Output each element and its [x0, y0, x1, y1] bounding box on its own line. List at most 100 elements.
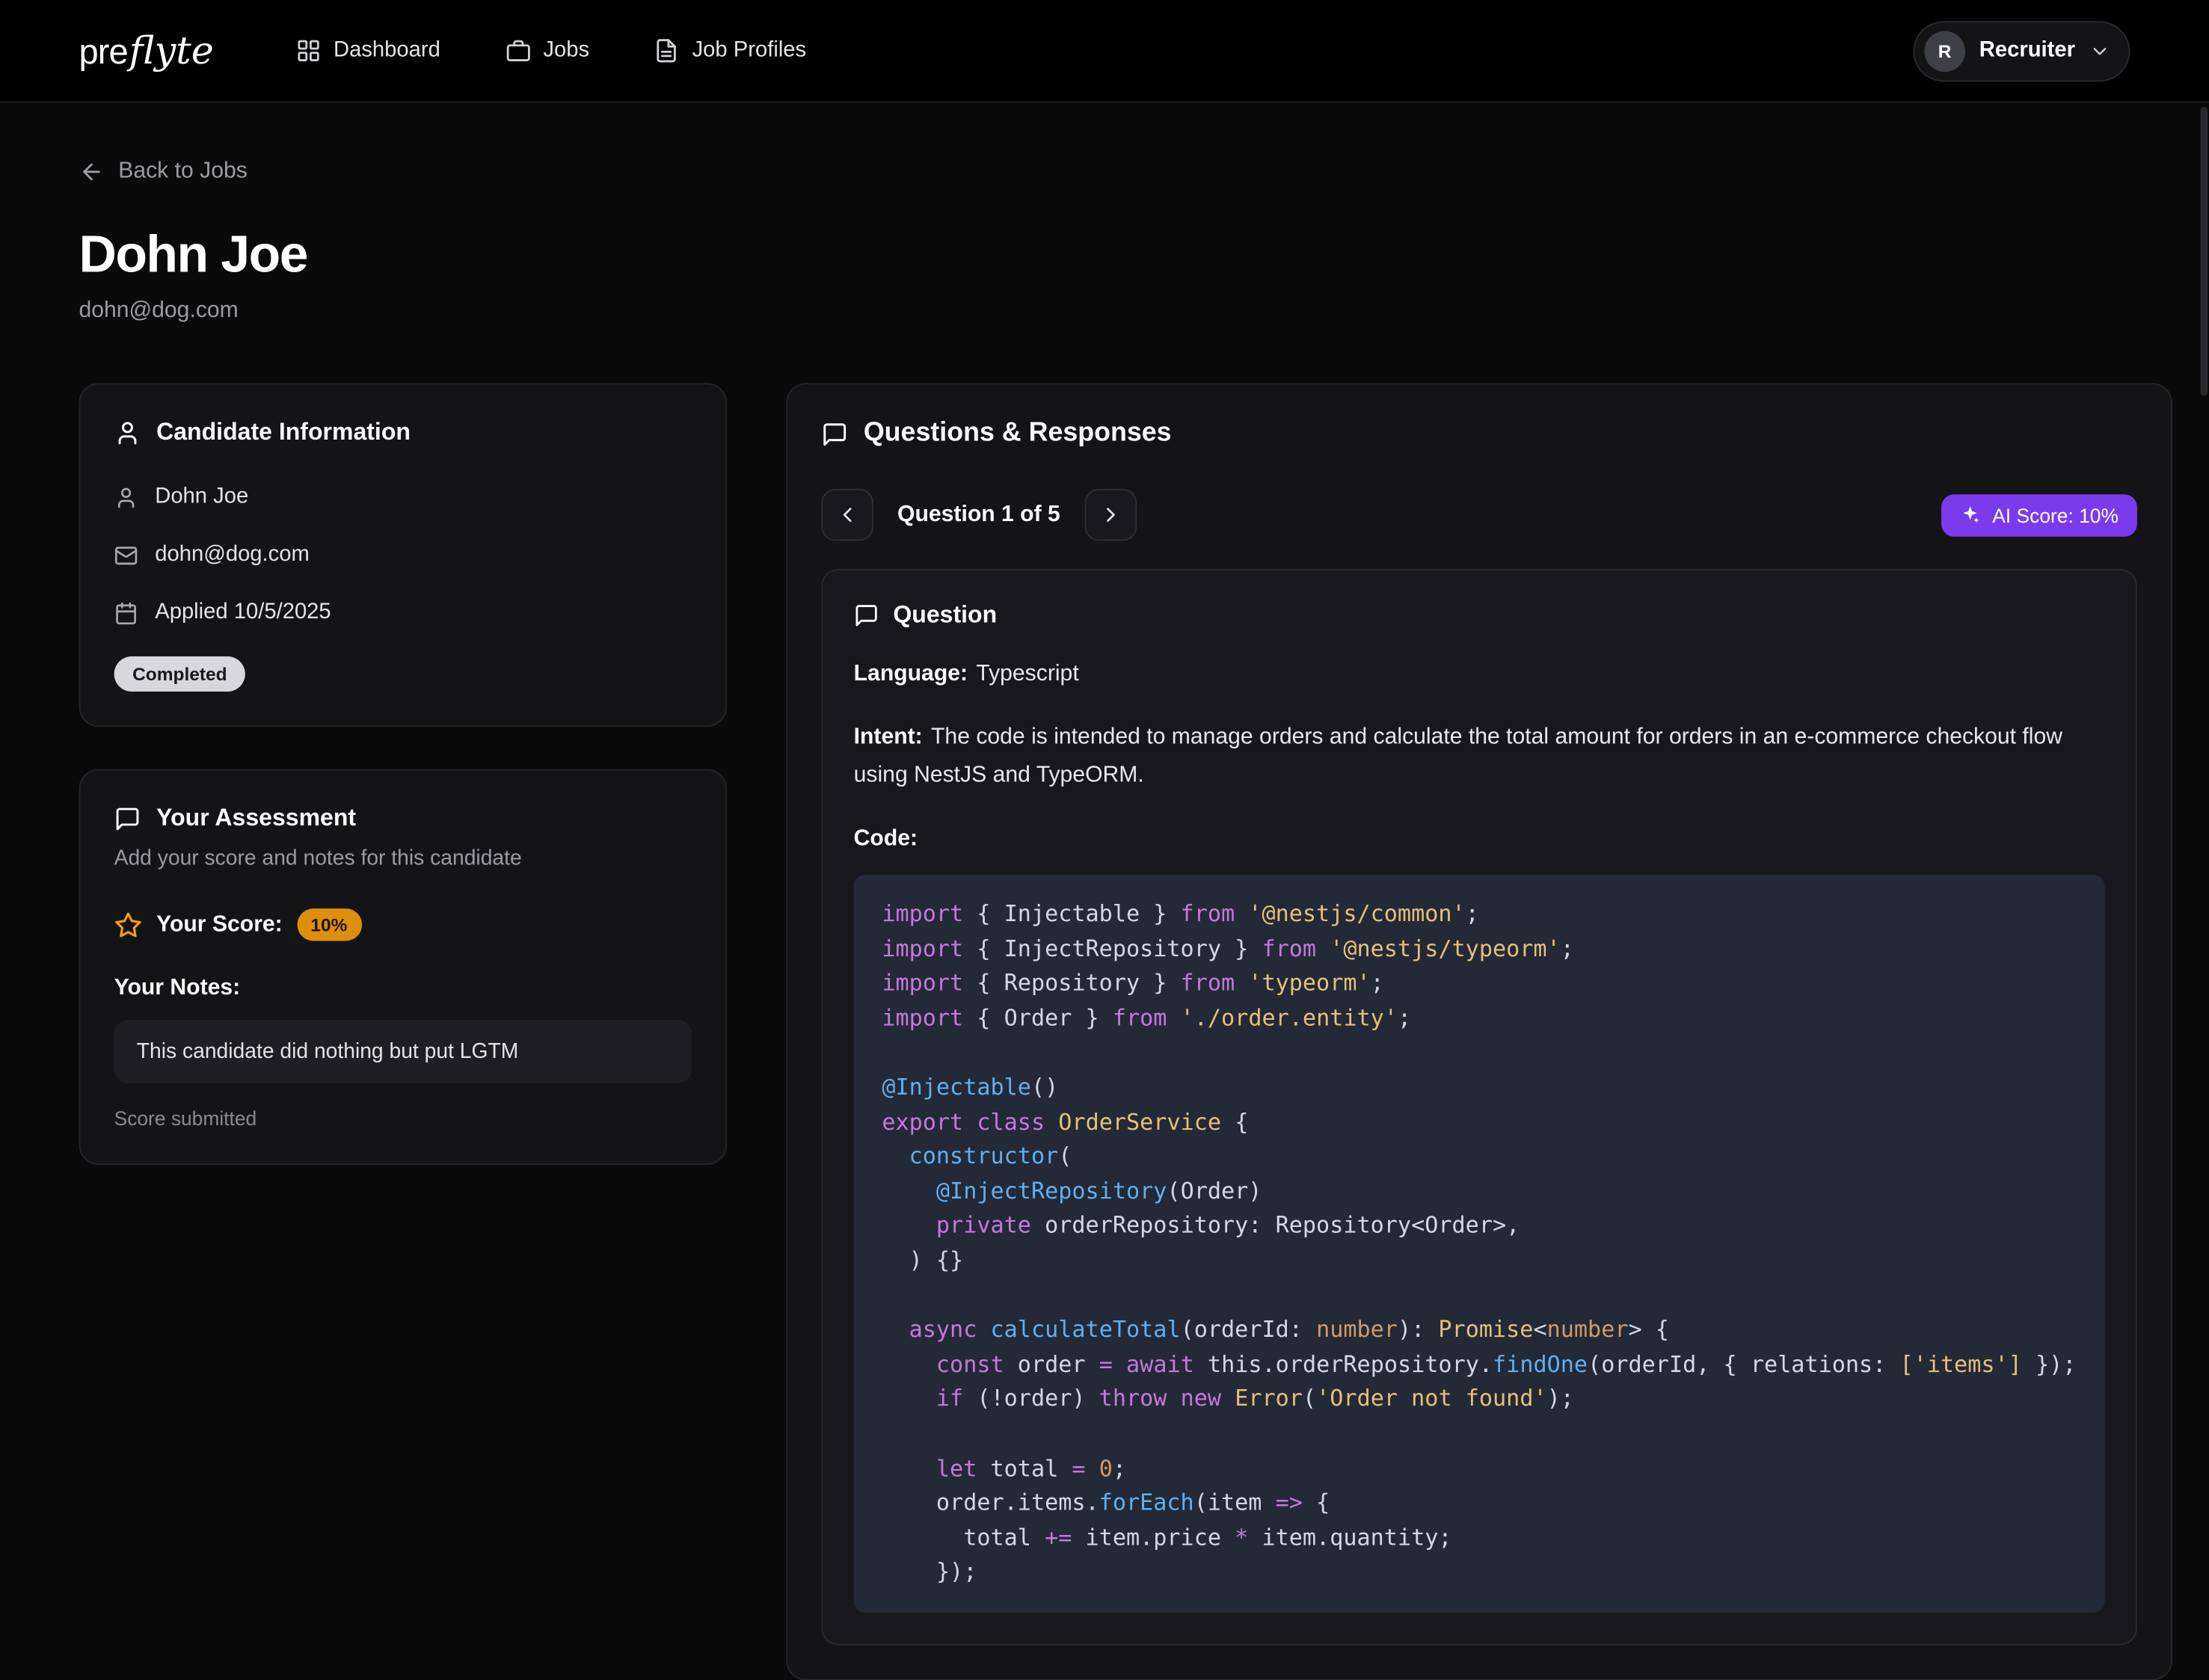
page-title: Dohn Joe — [79, 225, 2130, 284]
nav-item-dashboard[interactable]: Dashboard — [295, 38, 440, 64]
code-line: constructor( — [882, 1139, 2076, 1174]
code-line: import { Order } from './order.entity'; — [882, 1001, 2076, 1036]
candidate-info-header: Candidate Information — [114, 419, 692, 447]
code-line: export class OrderService { — [882, 1105, 2076, 1139]
back-link-label: Back to Jobs — [118, 159, 248, 185]
code-line: }); — [882, 1555, 2076, 1590]
user-icon — [114, 419, 141, 446]
code-line: import { Injectable } from '@nestjs/comm… — [882, 897, 2076, 932]
code-line: total += item.price * item.quantity; — [882, 1521, 2076, 1555]
brand-logo-pre: pre — [79, 31, 127, 73]
user-menu-button[interactable]: R Recruiter — [1913, 20, 2130, 81]
page-subtitle: dohn@dog.com — [79, 298, 2130, 324]
user-role-label: Recruiter — [1979, 38, 2075, 64]
card-title: Candidate Information — [156, 419, 411, 447]
sparkles-icon — [1960, 504, 1981, 525]
intent-line: Intent:The code is intended to manage or… — [854, 719, 2104, 795]
top-navbar: pre flyte Dashboard Jobs Job Profiles R … — [0, 0, 2209, 103]
calendar-icon — [114, 600, 138, 624]
code-line: private orderRepository: Repository<Orde… — [882, 1209, 2076, 1243]
code-label-line: Code: — [854, 819, 2104, 858]
nav-item-job-profiles[interactable]: Job Profiles — [654, 38, 806, 64]
status-badge: Completed — [114, 656, 246, 692]
ai-score-badge: AI Score: 10% — [1941, 493, 2136, 536]
arrow-left-icon — [79, 159, 104, 185]
nav-item-jobs[interactable]: Jobs — [505, 38, 589, 64]
code-line: import { Repository } from 'typeorm'; — [882, 967, 2076, 1001]
code-line: @InjectRepository(Order) — [882, 1175, 2076, 1209]
dashboard-grid-icon — [295, 38, 321, 64]
candidate-email-row: dohn@dog.com — [114, 542, 692, 567]
question-header: Question — [854, 601, 2104, 630]
score-row: Your Score: 10% — [114, 908, 692, 941]
code-line: const order = await this.orderRepository… — [882, 1347, 2076, 1382]
briefcase-icon — [505, 38, 530, 64]
code-block[interactable]: import { Injectable } from '@nestjs/comm… — [854, 875, 2104, 1613]
code-line — [882, 1036, 2076, 1070]
intent-label: Intent: — [854, 725, 923, 749]
assessment-subtitle: Add your score and notes for this candid… — [114, 846, 692, 870]
scrollbar-thumb[interactable] — [2201, 107, 2208, 396]
question-pager: Question 1 of 5 AI Score: 10% — [821, 489, 2136, 541]
nav-item-label: Dashboard — [334, 38, 440, 64]
candidate-email: dohn@dog.com — [155, 542, 310, 567]
back-to-jobs-link[interactable]: Back to Jobs — [79, 159, 247, 185]
brand-logo-flyte: flyte — [129, 29, 214, 73]
left-column: Candidate Information Dohn Joe dohn@dog.… — [79, 383, 727, 1165]
candidate-name: Dohn Joe — [155, 484, 248, 510]
language-line: Language: Typescript — [854, 655, 2104, 693]
message-square-icon — [821, 420, 848, 447]
app-window: pre flyte Dashboard Jobs Job Profiles R … — [0, 0, 2209, 1599]
chevron-down-icon — [2089, 40, 2110, 61]
previous-question-button[interactable] — [821, 489, 873, 541]
code-line: @Injectable() — [882, 1071, 2076, 1105]
code-line — [882, 1417, 2076, 1451]
nav-item-label: Jobs — [543, 38, 589, 64]
file-text-icon — [654, 38, 680, 64]
code-line: order.items.forEach(item => { — [882, 1486, 2076, 1521]
message-square-icon — [114, 805, 141, 832]
code-line: async calculateTotal(orderId: number): P… — [882, 1313, 2076, 1347]
user-icon — [114, 485, 138, 509]
chevron-left-icon — [835, 503, 859, 527]
questions-responses-header: Questions & Responses — [821, 419, 2136, 449]
content-grid: Candidate Information Dohn Joe dohn@dog.… — [79, 383, 2130, 1680]
ai-score-label: AI Score: 10% — [1992, 503, 2119, 526]
chevron-right-icon — [1099, 503, 1122, 527]
next-question-button[interactable] — [1084, 489, 1137, 541]
language-value: Typescript — [976, 662, 1078, 686]
star-icon — [114, 911, 143, 939]
code-line: ) {} — [882, 1243, 2076, 1278]
code-line: if (!order) throw new Error('Order not f… — [882, 1382, 2076, 1417]
questions-responses-card: Questions & Responses Question 1 of 5 AI… — [786, 383, 2172, 1680]
notes-input[interactable]: This candidate did nothing but put LGTM — [114, 1020, 692, 1083]
nav-item-label: Job Profiles — [692, 38, 807, 64]
notes-label: Your Notes: — [114, 976, 692, 1002]
card-title: Questions & Responses — [864, 419, 1172, 449]
message-square-icon — [854, 603, 879, 628]
question-card: Question Language: Typescript Intent:The … — [821, 569, 2136, 1645]
avatar: R — [1924, 31, 1965, 72]
candidate-info-rows: Dohn Joe dohn@dog.com Applied 10/5/2025 — [114, 484, 692, 625]
assessment-header: Your Assessment — [114, 804, 692, 833]
code-line: import { InjectRepository } from '@nestj… — [882, 932, 2076, 966]
card-title: Your Assessment — [156, 804, 356, 833]
assessment-card: Your Assessment Add your score and notes… — [79, 769, 727, 1165]
code-line: let total = 0; — [882, 1451, 2076, 1486]
nav-menu: Dashboard Jobs Job Profiles — [295, 38, 806, 64]
brand-logo[interactable]: pre flyte — [79, 29, 213, 73]
intent-value: The code is intended to manage orders an… — [854, 725, 2062, 787]
main-content: Back to Jobs Dohn Joe dohn@dog.com Candi… — [0, 103, 2209, 1680]
mail-icon — [114, 543, 138, 567]
score-badge: 10% — [297, 908, 362, 941]
question-title: Question — [893, 601, 997, 630]
score-submitted-text: Score submitted — [114, 1107, 692, 1130]
candidate-name-row: Dohn Joe — [114, 484, 692, 510]
candidate-applied-row: Applied 10/5/2025 — [114, 600, 692, 626]
language-label: Language: — [854, 662, 968, 686]
candidate-info-card: Candidate Information Dohn Joe dohn@dog.… — [79, 383, 727, 727]
code-label: Code: — [854, 827, 918, 851]
pager-label: Question 1 of 5 — [897, 502, 1060, 528]
code-line — [882, 1279, 2076, 1313]
score-label: Your Score: — [156, 912, 283, 938]
